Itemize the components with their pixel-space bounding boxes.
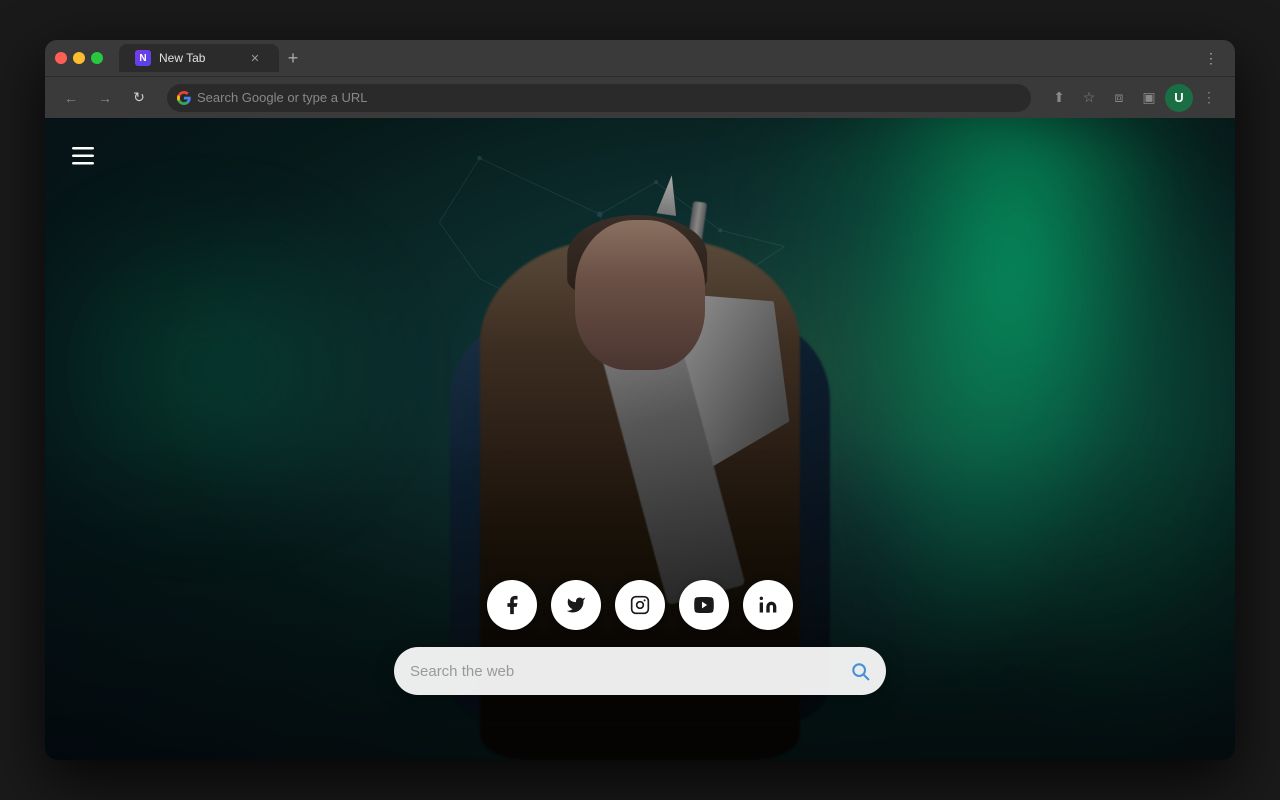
traffic-lights: [55, 52, 103, 64]
address-bar[interactable]: [167, 84, 1031, 112]
browser-window: N New Tab ✕ + ⋮ ← → ↻ ⬆ ☆: [45, 40, 1235, 760]
facebook-button[interactable]: [487, 580, 537, 630]
search-bar: [394, 647, 886, 695]
maximize-traffic-light[interactable]: [91, 52, 103, 64]
youtube-button[interactable]: [679, 580, 729, 630]
tab-title: New Tab: [159, 51, 239, 65]
tabs-area: N New Tab ✕ +: [119, 44, 1189, 72]
minimize-traffic-light[interactable]: [73, 52, 85, 64]
address-input[interactable]: [197, 90, 1021, 105]
youtube-icon: [693, 597, 715, 613]
back-button[interactable]: ←: [57, 84, 85, 112]
search-icon: [850, 661, 870, 681]
active-tab[interactable]: N New Tab ✕: [119, 44, 279, 72]
search-bar-container: [394, 647, 886, 695]
google-icon: [177, 91, 191, 105]
share-button[interactable]: ⬆: [1045, 84, 1073, 112]
profile-button[interactable]: U: [1165, 84, 1193, 112]
window-controls-right: ⋮: [1197, 44, 1225, 72]
content-area: [45, 118, 1235, 760]
window-more-button[interactable]: ⋮: [1197, 44, 1225, 72]
twitter-button[interactable]: [551, 580, 601, 630]
new-tab-button[interactable]: +: [279, 44, 307, 72]
extensions-button[interactable]: ⧈: [1105, 84, 1133, 112]
forward-button[interactable]: →: [91, 84, 119, 112]
more-button[interactable]: ⋮: [1195, 84, 1223, 112]
linkedin-button[interactable]: [743, 580, 793, 630]
instagram-icon: [630, 595, 650, 615]
linkedin-icon: [758, 595, 778, 615]
toolbar-actions: ⬆ ☆ ⧈ ▣ U ⋮: [1045, 84, 1223, 112]
refresh-button[interactable]: ↻: [125, 84, 153, 112]
search-input[interactable]: [410, 663, 840, 680]
tab-close-button[interactable]: ✕: [247, 50, 263, 66]
toolbar: ← → ↻ ⬆ ☆ ⧈ ▣ U ⋮: [45, 76, 1235, 118]
social-icons-bar: [487, 580, 793, 630]
tab-favicon: N: [135, 50, 151, 66]
sidebar-button[interactable]: ▣: [1135, 84, 1163, 112]
search-button[interactable]: [850, 661, 870, 681]
close-traffic-light[interactable]: [55, 52, 67, 64]
menu-button[interactable]: [65, 138, 101, 174]
title-bar: N New Tab ✕ + ⋮: [45, 40, 1235, 76]
twitter-icon: [566, 595, 586, 615]
instagram-button[interactable]: [615, 580, 665, 630]
hamburger-icon: [72, 147, 94, 165]
bookmark-button[interactable]: ☆: [1075, 84, 1103, 112]
facebook-icon: [501, 594, 523, 616]
